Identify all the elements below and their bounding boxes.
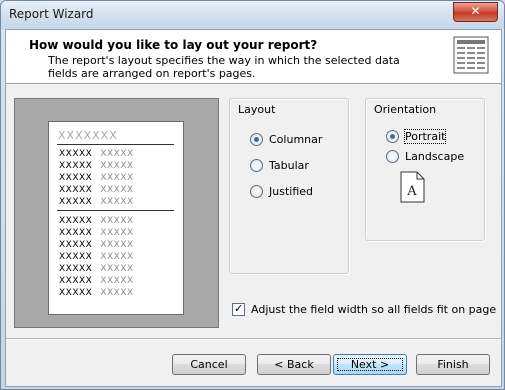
title-bar[interactable]: Report Wizard ✕	[1, 1, 504, 29]
wizard-header: How would you like to lay out your repor…	[6, 30, 501, 84]
preview-row: XXXXX XXXXX	[59, 216, 134, 226]
dialog-client-area: How would you like to lay out your repor…	[5, 29, 502, 387]
radio-portrait[interactable]: Portrait	[386, 129, 447, 144]
layout-group-label: Layout	[238, 103, 276, 116]
report-layout-icon	[453, 36, 489, 74]
preview-title: XXXXXXX	[58, 129, 118, 142]
portrait-page-letter: A	[406, 184, 417, 199]
preview-row: XXXXX XXXXX	[59, 185, 134, 195]
report-wizard-window: Report Wizard ✕ How would you like to la…	[0, 0, 505, 390]
next-button-label: Next >	[334, 355, 406, 374]
preview-row: XXXXX XXXXX	[59, 228, 134, 238]
radio-landscape-label: Landscape	[405, 150, 465, 163]
layout-preview-panel: XXXXXXX XXXXX XXXXX XXXXX XXXXX XXXXX XXXXX…	[14, 98, 219, 328]
preview-row: XXXXX XXXXX	[59, 197, 134, 207]
preview-row: XXXXX XXXXX	[59, 149, 134, 159]
cancel-button[interactable]: Cancel	[172, 354, 246, 375]
step-heading: How would you like to lay out your repor…	[29, 38, 318, 52]
radio-justified-label: Justified	[269, 185, 313, 198]
radio-justified[interactable]: Justified	[250, 185, 313, 198]
radio-landscape-button[interactable]	[386, 150, 399, 163]
layout-preview-page: XXXXXXX XXXXX XXXXX XXXXX XXXXX XXXXX XXXXX…	[48, 121, 184, 315]
finish-button[interactable]: Finish	[416, 354, 490, 375]
radio-justified-button[interactable]	[250, 185, 263, 198]
radio-landscape[interactable]: Landscape	[386, 150, 464, 163]
adjust-width-label: Adjust the field width so all fields fit…	[251, 303, 497, 316]
radio-columnar-button[interactable]	[250, 133, 263, 146]
radio-tabular-button[interactable]	[250, 159, 263, 172]
portrait-page-icon: A	[400, 171, 425, 203]
preview-row: XXXXX XXXXX	[59, 252, 134, 262]
radio-columnar-label: Columnar	[269, 133, 323, 146]
radio-tabular-label: Tabular	[269, 159, 309, 172]
preview-divider	[57, 210, 174, 211]
radio-portrait-button[interactable]	[386, 130, 399, 143]
back-button[interactable]: < Back	[257, 354, 331, 375]
footer-separator	[6, 338, 501, 340]
radio-columnar[interactable]: Columnar	[250, 133, 322, 146]
preview-row: XXXXX XXXXX	[59, 264, 134, 274]
layout-group: Layout Columnar Tabular Justified	[229, 98, 349, 274]
next-button[interactable]: Next >	[333, 354, 407, 375]
close-button[interactable]: ✕	[453, 2, 498, 22]
radio-portrait-label: Portrait	[403, 129, 447, 144]
preview-divider	[57, 144, 174, 145]
radio-tabular[interactable]: Tabular	[250, 159, 309, 172]
adjust-width-checkbox[interactable]: ✓ Adjust the field width so all fields f…	[232, 302, 497, 316]
preview-row: XXXXX XXXXX	[59, 240, 134, 250]
orientation-group-label: Orientation	[374, 103, 437, 116]
preview-row: XXXXX XXXXX	[59, 161, 134, 171]
step-description: The report's layout specifies the way in…	[48, 54, 400, 80]
adjust-width-checkbox-box[interactable]: ✓	[232, 302, 245, 316]
preview-row: XXXXX XXXXX	[59, 173, 134, 183]
orientation-group: Orientation Portrait Landscape A	[365, 98, 485, 241]
window-title: Report Wizard	[9, 7, 94, 21]
preview-row: XXXXX XXXXX	[59, 276, 134, 286]
preview-row: XXXXX XXXXX	[59, 288, 134, 298]
